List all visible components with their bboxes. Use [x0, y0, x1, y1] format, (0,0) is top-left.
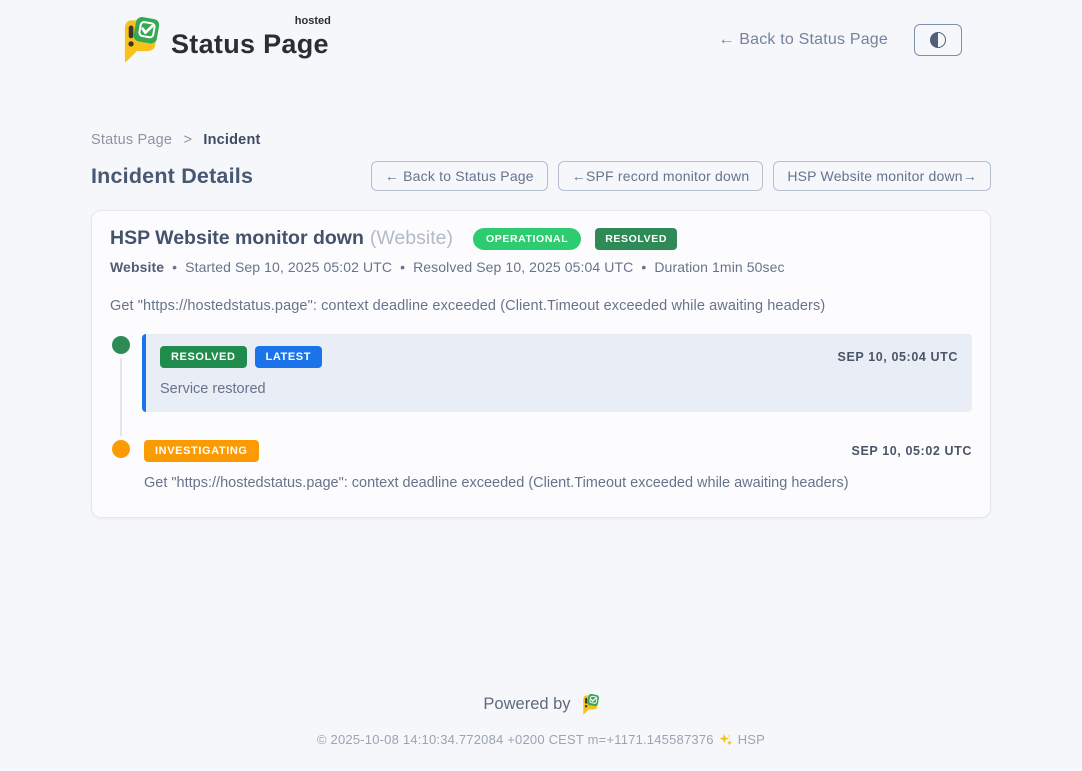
status-page-logo-icon: [118, 17, 159, 63]
header-back-to-status-page-link[interactable]: ← Back to Status Page: [718, 31, 888, 49]
incident-nav-buttons: ← Back to Status Page ←SPF record monito…: [371, 161, 991, 191]
page-title: Incident Details: [91, 164, 253, 189]
powered-by-label: Powered by: [483, 695, 570, 714]
copyright-brand: HSP: [738, 732, 765, 747]
resolved-status-badge: RESOLVED: [595, 228, 677, 250]
next-incident-button[interactable]: HSP Website monitor down→: [773, 161, 991, 191]
incident-title: HSP Website monitor down: [110, 227, 364, 250]
operational-status-badge: OPERATIONAL: [473, 228, 581, 250]
timeline-timestamp: SEP 10, 05:04 UTC: [838, 350, 958, 364]
timeline-message: Service restored: [160, 381, 958, 397]
meta-resolved: Resolved Sep 10, 2025 05:04 UTC: [413, 259, 633, 275]
incident-card: HSP Website monitor down (Website) OPERA…: [91, 210, 991, 518]
copyright-line: © 2025-10-08 14:10:34.772084 +0200 CEST …: [0, 732, 1082, 747]
timeline-dot-green: [112, 336, 130, 354]
incident-description: Get "https://hostedstatus.page": context…: [110, 298, 972, 314]
meta-started: Started Sep 10, 2025 05:02 UTC: [185, 259, 392, 275]
header: hosted Status Page ← Back to Status Page: [0, 0, 1082, 76]
timeline-entry-card: RESOLVED LATEST SEP 10, 05:04 UTC Servic…: [142, 334, 972, 412]
meta-component: Website: [110, 259, 164, 275]
prev-incident-button[interactable]: ←SPF record monitor down: [558, 161, 764, 191]
timeline-timestamp: SEP 10, 05:02 UTC: [852, 444, 972, 458]
theme-toggle-button[interactable]: [914, 24, 962, 56]
powered-by[interactable]: Powered by: [483, 694, 598, 715]
timeline-entry-investigating: INVESTIGATING SEP 10, 05:02 UTC Get "htt…: [110, 438, 972, 491]
copyright-text: © 2025-10-08 14:10:34.772084 +0200 CEST …: [317, 732, 714, 747]
brand-logo[interactable]: hosted Status Page: [118, 17, 329, 63]
brand-superscript: hosted: [295, 15, 331, 27]
latest-badge: LATEST: [255, 346, 323, 368]
incident-timeline: RESOLVED LATEST SEP 10, 05:04 UTC Servic…: [110, 334, 972, 491]
main-content: Status Page > Incident Incident Details …: [91, 132, 991, 518]
timeline-dot-orange: [112, 440, 130, 458]
status-page-logo-icon-small: [580, 694, 599, 715]
breadcrumb-separator: >: [183, 132, 192, 148]
investigating-badge: INVESTIGATING: [144, 440, 259, 462]
breadcrumb: Status Page > Incident: [91, 132, 991, 148]
resolved-badge: RESOLVED: [160, 346, 247, 368]
contrast-half-circle-icon: [930, 32, 946, 48]
timeline-entry-resolved: RESOLVED LATEST SEP 10, 05:04 UTC Servic…: [110, 334, 972, 412]
footer: Powered by © 2025-10-08 14:10:34.772084 …: [0, 694, 1082, 771]
brand-name: Status Page: [171, 29, 329, 59]
meta-duration: Duration 1min 50sec: [654, 259, 784, 275]
breadcrumb-status-page[interactable]: Status Page: [91, 132, 172, 148]
back-to-status-page-button[interactable]: ← Back to Status Page: [371, 161, 548, 191]
incident-component: (Website): [370, 227, 453, 250]
breadcrumb-incident: Incident: [203, 132, 260, 148]
timeline-message: Get "https://hostedstatus.page": context…: [144, 475, 972, 491]
incident-meta: Website • Started Sep 10, 2025 05:02 UTC…: [110, 259, 972, 275]
sparkles-icon: [719, 733, 733, 747]
